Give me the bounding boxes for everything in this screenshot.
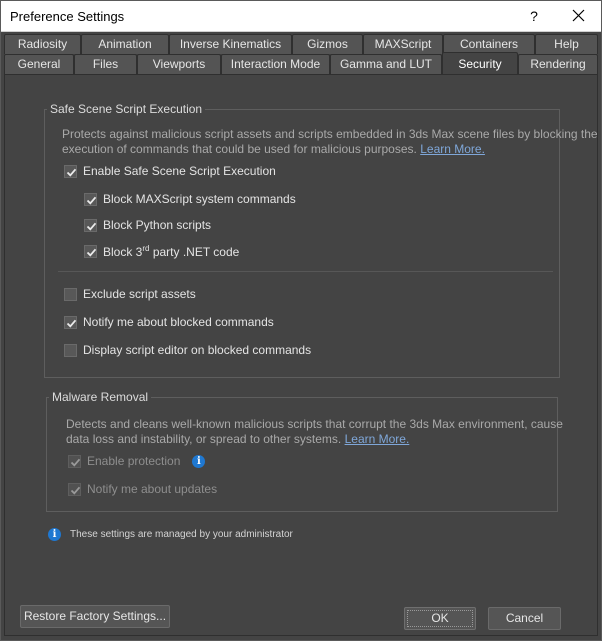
exclude-assets-checkbox[interactable]: Exclude script assets	[64, 286, 196, 302]
tab-inverse-kinematics[interactable]: Inverse Kinematics	[169, 34, 292, 54]
checkbox-box[interactable]	[64, 164, 77, 178]
malware-description: Detects and cleans well-known malicious …	[66, 417, 563, 446]
tab-files[interactable]: Files	[74, 54, 137, 74]
block-maxscript-checkbox[interactable]: Block MAXScript system commands	[84, 191, 296, 207]
restore-factory-settings-button[interactable]: Restore Factory Settings...	[20, 605, 170, 628]
checkbox-box[interactable]	[64, 315, 77, 329]
checkmark-icon	[86, 248, 97, 257]
tab-viewports[interactable]: Viewports	[137, 54, 221, 74]
safe-scene-learn-more-link[interactable]: Learn More.	[420, 142, 485, 156]
malware-learn-more-link[interactable]: Learn More.	[345, 432, 410, 446]
preference-settings-window: Preference Settings ? Radiosity Animatio…	[0, 0, 602, 641]
block-dotnet-checkbox[interactable]: Block 3rd party .NET code	[84, 243, 239, 259]
block-maxscript-label: Block MAXScript system commands	[103, 192, 296, 206]
enable-safe-scene-label: Enable Safe Scene Script Execution	[83, 164, 276, 178]
close-button[interactable]	[563, 4, 593, 28]
enable-protection-label: Enable protection	[87, 454, 181, 468]
admin-note: i These settings are managed by your adm…	[48, 526, 293, 542]
admin-note-text: These settings are managed by your admin…	[70, 528, 293, 540]
tab-radiosity[interactable]: Radiosity	[4, 34, 81, 54]
tab-help[interactable]: Help	[535, 34, 598, 54]
tab-rendering[interactable]: Rendering	[518, 54, 598, 74]
checkmark-icon	[70, 458, 81, 467]
safe-scene-description: Protects against malicious script assets…	[62, 127, 598, 156]
tab-maxscript[interactable]: MAXScript	[363, 34, 443, 54]
checkbox-box[interactable]	[64, 287, 77, 301]
block-python-label: Block Python scripts	[103, 218, 212, 232]
enable-protection-checkbox: Enable protection i	[68, 453, 206, 469]
tab-gizmos[interactable]: Gizmos	[292, 34, 363, 54]
checkbox-box	[68, 482, 81, 496]
checkmark-icon	[66, 319, 77, 328]
checkmark-icon	[70, 486, 81, 495]
title-bar: Preference Settings ?	[1, 1, 601, 32]
exclude-assets-label: Exclude script assets	[83, 287, 196, 301]
checkbox-box[interactable]	[64, 343, 77, 357]
checkbox-box[interactable]	[84, 244, 97, 258]
notify-blocked-label: Notify me about blocked commands	[83, 315, 274, 329]
info-icon[interactable]: i	[192, 454, 206, 468]
tab-containers[interactable]: Containers	[443, 34, 535, 54]
checkbox-box	[68, 454, 81, 468]
checkbox-box[interactable]	[84, 192, 97, 206]
safe-scene-group-title: Safe Scene Script Execution	[47, 102, 206, 116]
display-editor-label: Display script editor on blocked command…	[83, 343, 312, 357]
window-title: Preference Settings	[10, 9, 125, 24]
tab-animation[interactable]: Animation	[81, 34, 169, 54]
checkmark-icon	[66, 168, 77, 177]
help-button[interactable]: ?	[521, 4, 547, 28]
info-icon: i	[48, 527, 61, 541]
malware-group-title: Malware Removal	[49, 390, 152, 404]
notify-blocked-checkbox[interactable]: Notify me about blocked commands	[64, 314, 274, 330]
tab-interaction-mode[interactable]: Interaction Mode	[221, 54, 330, 74]
safe-scene-divider	[58, 271, 553, 272]
block-dotnet-label: Block 3rd party .NET code	[103, 243, 240, 259]
notify-updates-checkbox: Notify me about updates	[68, 481, 217, 497]
checkmark-icon	[86, 196, 97, 205]
ok-button[interactable]: OK	[404, 607, 476, 630]
tab-general[interactable]: General	[4, 54, 74, 74]
focus-rect	[407, 610, 473, 627]
enable-safe-scene-checkbox[interactable]: Enable Safe Scene Script Execution	[64, 163, 276, 179]
checkbox-box[interactable]	[84, 218, 97, 232]
notify-updates-label: Notify me about updates	[87, 482, 218, 496]
tab-gamma-and-lut[interactable]: Gamma and LUT	[330, 54, 442, 74]
block-python-checkbox[interactable]: Block Python scripts	[84, 217, 211, 233]
checkmark-icon	[86, 222, 97, 231]
cancel-button[interactable]: Cancel	[488, 607, 561, 630]
tab-security[interactable]: Security	[442, 52, 518, 74]
display-editor-checkbox[interactable]: Display script editor on blocked command…	[64, 342, 311, 358]
close-icon	[572, 9, 584, 22]
